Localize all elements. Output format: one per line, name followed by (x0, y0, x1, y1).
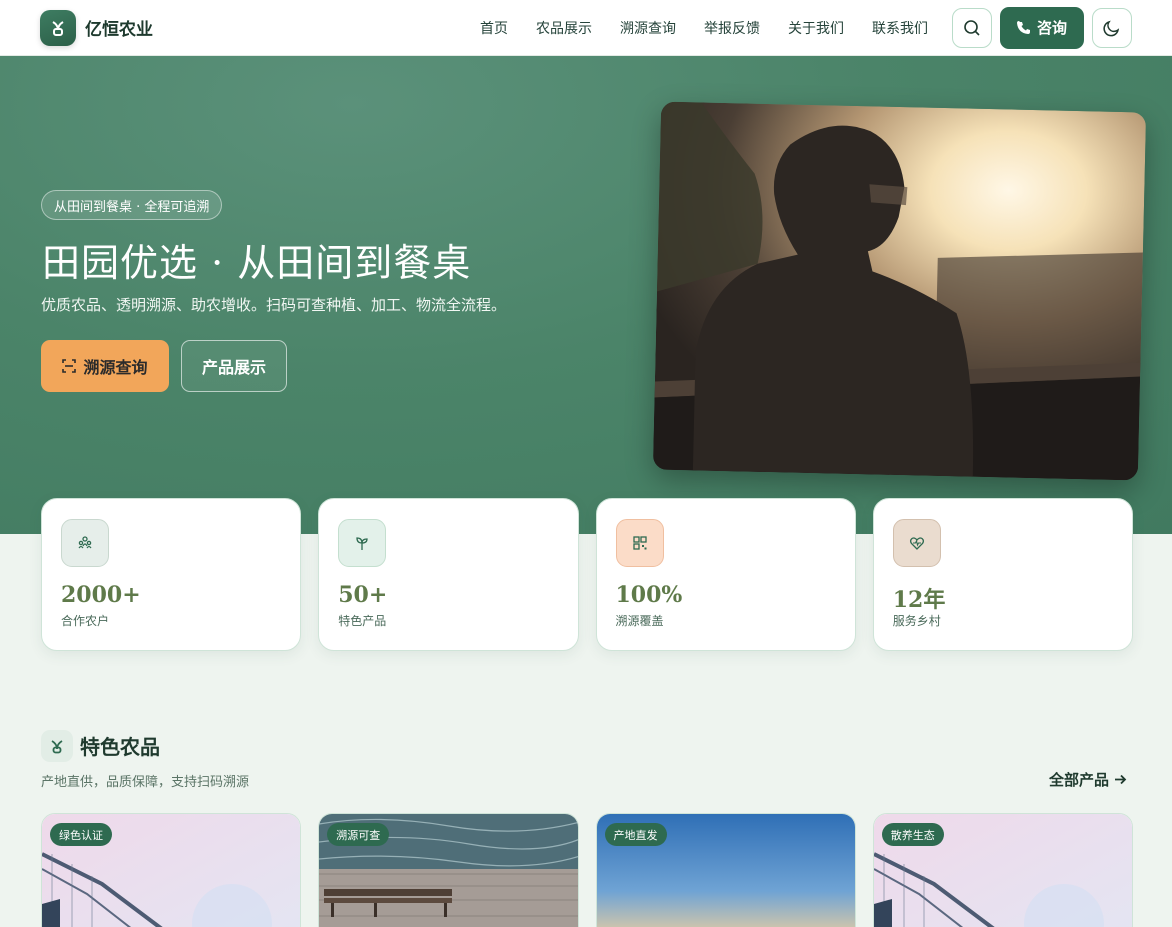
product-card[interactable]: 溯源可查 (318, 813, 579, 927)
product-tag: 溯源可查 (327, 823, 390, 846)
farmers-icon (61, 519, 109, 567)
stat-label: 服务乡村 (892, 614, 941, 628)
product-card[interactable]: 产地直发 (595, 813, 856, 927)
logo-icon[interactable] (40, 9, 76, 46)
stat-card: 12年 服务乡村 (872, 498, 1133, 651)
stat-card: 100% 溯源覆盖 (595, 498, 856, 651)
section-subtitle: 产地直供，品质保障，支持扫码溯源 (41, 775, 250, 790)
main-menu: 首页 农品展示 溯源查询 举报反馈 关于我们 联系我们 咨询 (480, 6, 1132, 49)
stat-card: 2000+ 合作农户 (41, 498, 302, 651)
hero-title: 田园优选 · 从田间到餐桌 (42, 241, 472, 285)
all-products-label: 全部产品 (1049, 771, 1110, 789)
nav-item-report[interactable]: 举报反馈 (704, 18, 760, 38)
product-card[interactable]: 散养生态 (872, 813, 1133, 927)
heart-pulse-icon (892, 519, 941, 567)
qrcode-icon (615, 519, 664, 567)
stat-value: 12年 (892, 587, 946, 613)
product-tag: 产地直发 (604, 823, 667, 846)
nav-item-home[interactable]: 首页 (480, 18, 508, 38)
search-button[interactable] (951, 7, 992, 48)
all-products-link[interactable]: 全部产品 (1049, 769, 1127, 790)
hero-photo (652, 101, 1147, 481)
nav-item-trace[interactable]: 溯源查询 (620, 18, 676, 38)
nav-item-contact[interactable]: 联系我们 (872, 18, 928, 38)
nav-item-products[interactable]: 农品展示 (536, 18, 592, 38)
theme-toggle-button[interactable] (1092, 7, 1132, 48)
sprout-icon (41, 730, 73, 762)
product-showcase-button[interactable]: 产品展示 (181, 340, 287, 392)
product-tag: 绿色认证 (50, 823, 112, 846)
section-title: 特色农品 (80, 735, 160, 759)
consult-button[interactable]: 咨询 (999, 6, 1084, 49)
product-card-list: 绿色认证 溯源可查 产地直发 散养生态 (41, 813, 1133, 927)
top-navbar: 亿恒农业 首页 农品展示 溯源查询 举报反馈 关于我们 联系我们 咨询 (0, 0, 1172, 56)
brand-name[interactable]: 亿恒农业 (85, 15, 153, 40)
product-card[interactable]: 绿色认证 (41, 813, 302, 927)
trace-query-button[interactable]: 溯源查询 (41, 340, 169, 392)
consult-label: 咨询 (1036, 20, 1067, 37)
stat-value: 50+ (338, 582, 388, 608)
stat-card: 50+ 特色产品 (318, 498, 579, 651)
moon-icon (1103, 20, 1120, 36)
phone-icon (1016, 20, 1030, 34)
nav-item-about[interactable]: 关于我们 (788, 18, 844, 38)
stat-label: 特色产品 (338, 614, 387, 628)
product-tag: 散养生态 (881, 823, 944, 846)
hero-subtitle: 优质农品、透明溯源、助农增收。扫码可查种植、加工、物流全流程。 (41, 296, 507, 314)
search-icon (964, 19, 980, 36)
trace-query-label: 溯源查询 (83, 358, 148, 377)
sprout-icon (338, 519, 387, 567)
stat-value: 100% (615, 582, 683, 608)
stats-row: 2000+ 合作农户 50+ 特色产品 100% 溯源覆盖 12年 服务乡村 (41, 498, 1133, 651)
stat-label: 合作农户 (61, 614, 110, 628)
scan-icon (62, 359, 77, 373)
stat-value: 2000+ (61, 582, 141, 608)
stat-label: 溯源覆盖 (615, 614, 664, 628)
hero-badge: 从田间到餐桌 · 全程可追溯 (41, 190, 223, 220)
arrow-right-icon (1115, 774, 1127, 785)
